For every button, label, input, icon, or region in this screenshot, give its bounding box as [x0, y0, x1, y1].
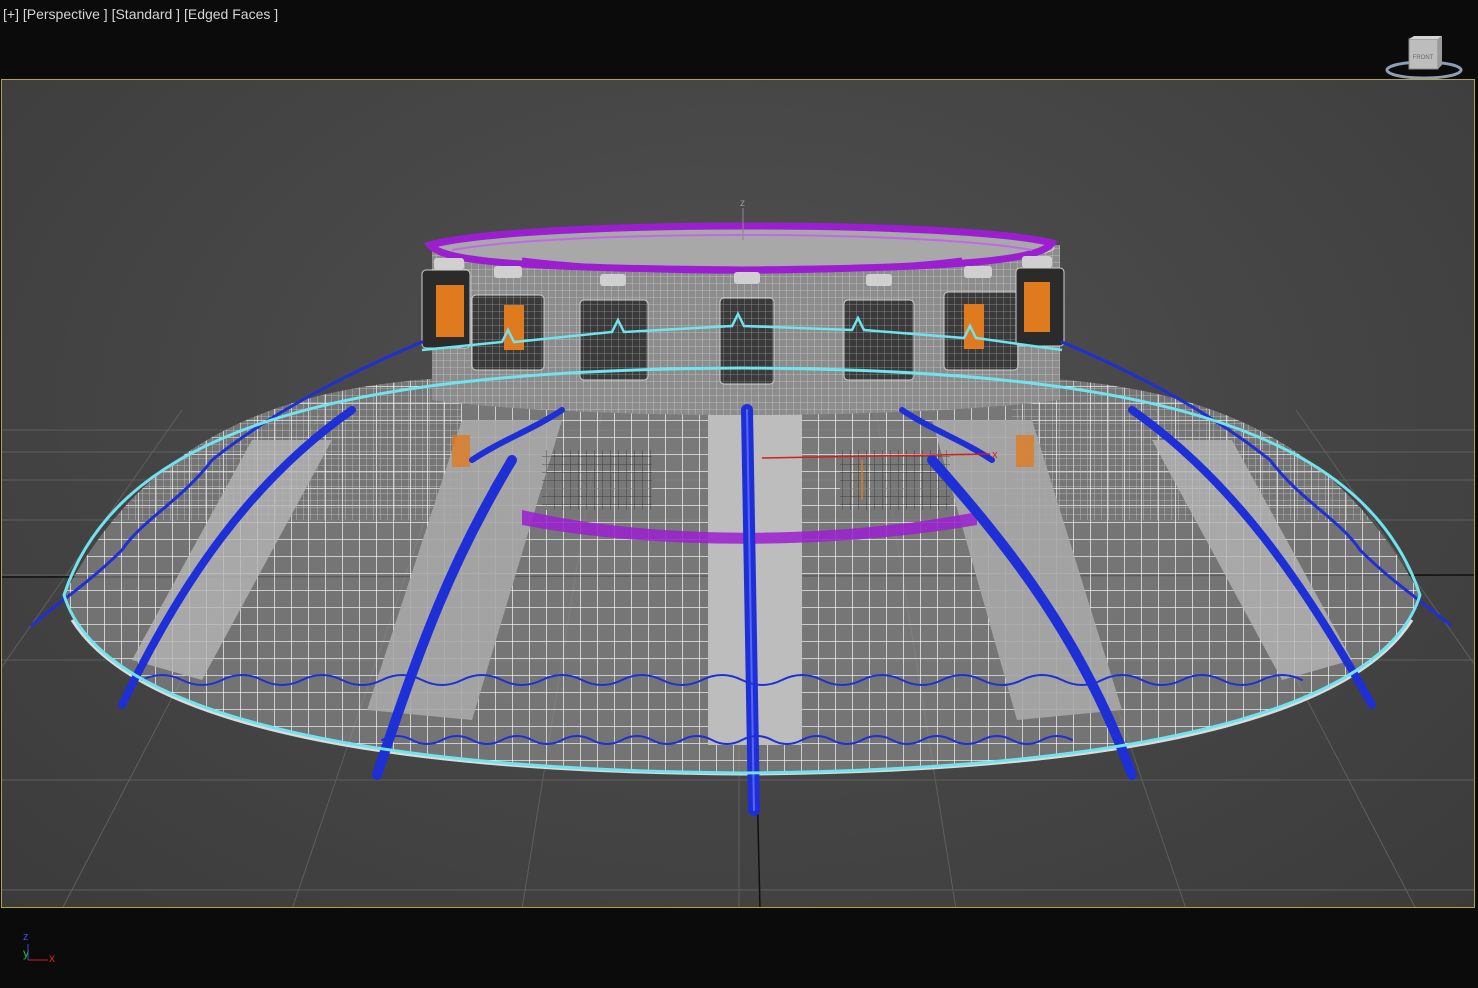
viewport-render-area[interactable]: z x — [1, 79, 1475, 908]
clamp-1[interactable] — [421, 258, 471, 349]
viewcube-front-face[interactable] — [1408, 38, 1439, 70]
scene-z-axis-label: z — [740, 198, 745, 209]
viewport-edged-faces-menu[interactable]: [Edged Faces ] — [184, 6, 278, 22]
viewport-plus-menu[interactable]: [+] — [3, 6, 19, 22]
tripod-z-label: z — [23, 931, 29, 943]
scene-canvas[interactable]: z x — [2, 80, 1475, 908]
viewcube-face-label: FRONT — [1413, 55, 1434, 61]
axis-tripod: z y x — [18, 926, 68, 968]
viewport-shading-standard-menu[interactable]: [Standard ] — [112, 6, 181, 22]
tripod-x-label: x — [49, 951, 55, 965]
viewport-label-menu: [+] [Perspective ] [Standard ] [Edged Fa… — [3, 6, 278, 22]
gizmo-x-label: x — [992, 449, 998, 461]
clamp-7[interactable] — [1015, 256, 1065, 347]
viewport-point-of-view-menu[interactable]: [Perspective ] — [23, 6, 108, 22]
perspective-viewport[interactable]: [+] [Perspective ] [Standard ] [Edged Fa… — [0, 0, 1478, 988]
